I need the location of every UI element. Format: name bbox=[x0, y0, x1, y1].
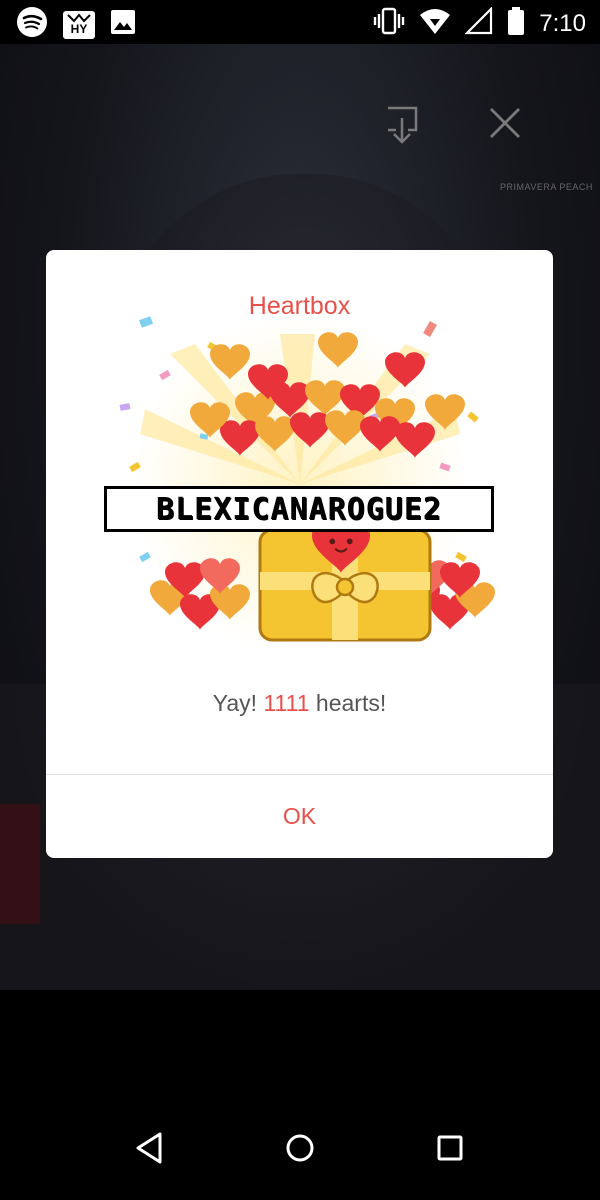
status-bar: HY 7:10 bbox=[0, 0, 600, 44]
spotify-icon bbox=[16, 6, 48, 43]
signal-icon bbox=[464, 6, 493, 40]
back-icon[interactable] bbox=[130, 1128, 170, 1168]
heartbox-illustration bbox=[100, 314, 500, 654]
download-icon[interactable] bbox=[384, 104, 420, 153]
wifi-icon bbox=[419, 7, 451, 40]
system-status-icons: 7:10 bbox=[373, 6, 586, 41]
close-icon[interactable] bbox=[488, 106, 522, 145]
message-suffix: hearts! bbox=[315, 690, 387, 716]
notification-icons: HY bbox=[16, 6, 136, 43]
clock: 7:10 bbox=[539, 9, 586, 37]
channel-watermark: PRIMAVERA PEACH bbox=[500, 182, 593, 192]
username-overlay: BLEXICANAROGUE2 bbox=[104, 486, 494, 532]
battery-icon bbox=[507, 6, 525, 41]
hy-badge-text: HY bbox=[70, 21, 88, 36]
heartbox-dialog: Heartbox BLEXICANAROGUE2 Yay! 1111 heart… bbox=[46, 250, 553, 858]
hy-app-icon: HY bbox=[62, 9, 96, 41]
background-accent bbox=[0, 804, 40, 924]
message-prefix: Yay! bbox=[212, 690, 258, 716]
home-icon[interactable] bbox=[280, 1128, 320, 1168]
heart-count: 1111 bbox=[263, 690, 310, 716]
player-controls bbox=[384, 104, 584, 164]
navigation-bar bbox=[0, 990, 600, 1200]
vibrate-icon bbox=[373, 6, 405, 41]
reward-message: Yay! 1111 hearts! bbox=[46, 690, 553, 717]
ok-button[interactable]: OK bbox=[46, 775, 553, 858]
gallery-icon bbox=[110, 9, 136, 40]
recents-icon[interactable] bbox=[430, 1128, 470, 1168]
